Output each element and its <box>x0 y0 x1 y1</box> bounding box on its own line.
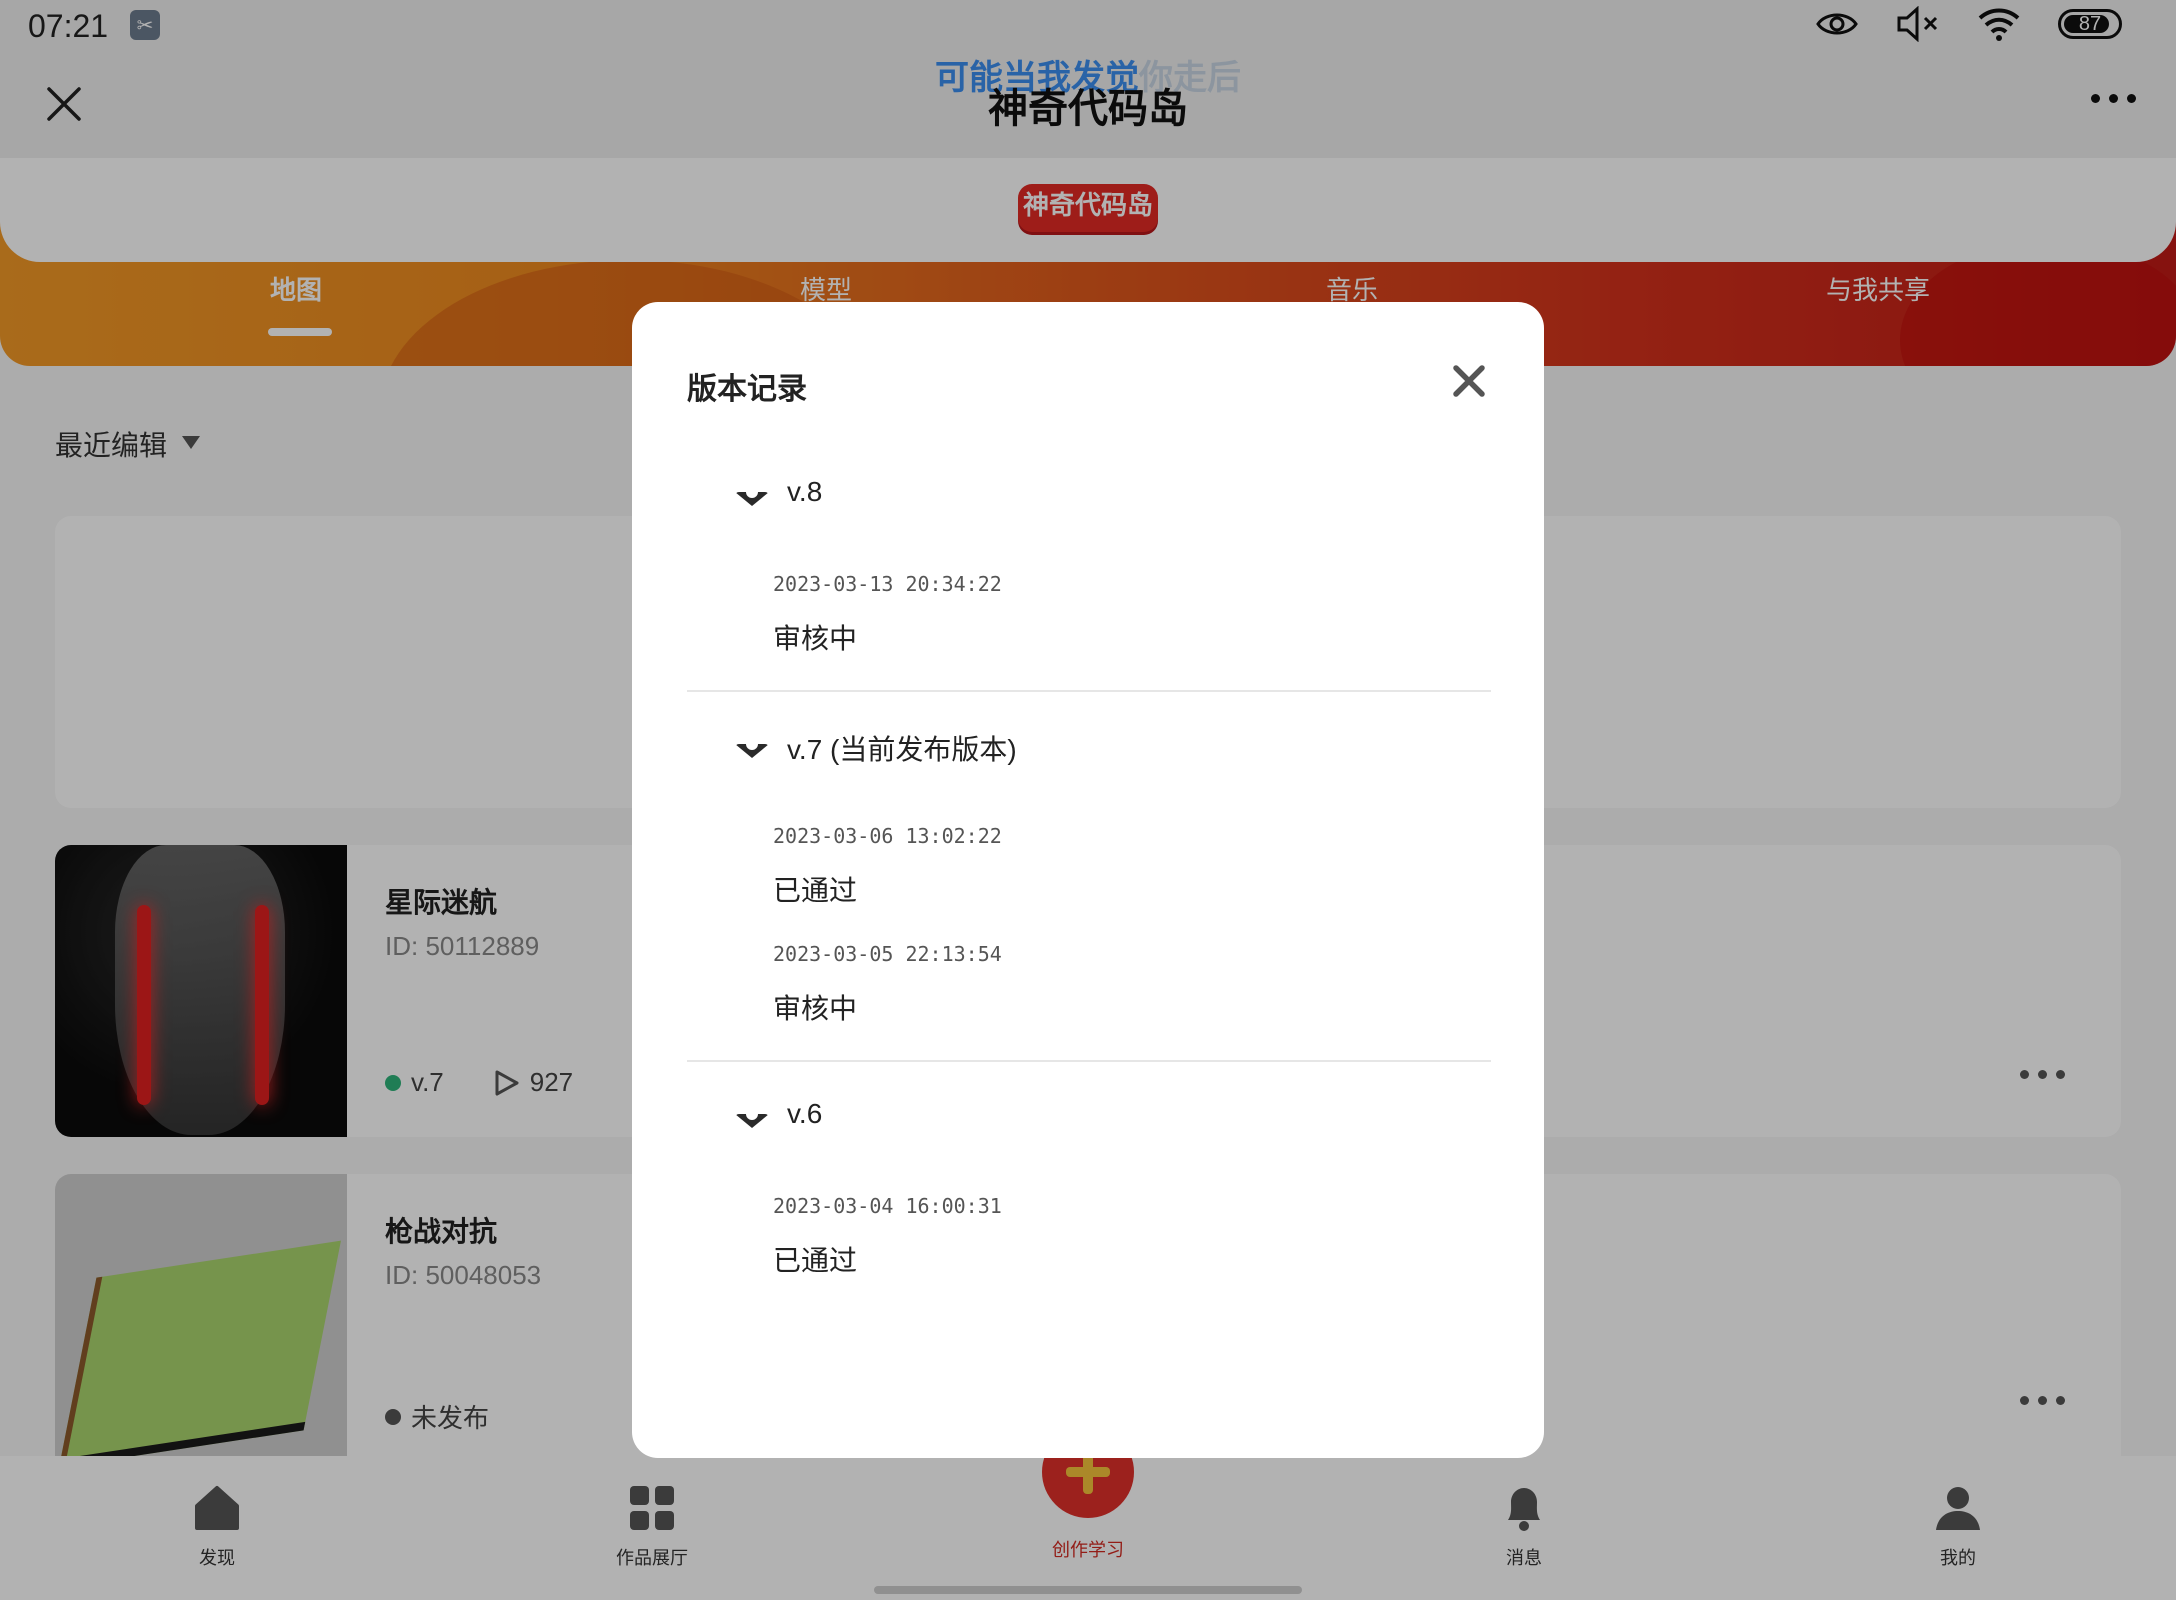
version-label: v.8 <box>787 476 823 507</box>
record-time: 2023-03-06 13:02:22 <box>773 824 1002 848</box>
version-header[interactable]: v.7 (当前发布版本) <box>687 714 1491 798</box>
version-record: 2023-03-13 20:34:22 审核中 <box>687 566 1491 662</box>
dialog-title: 版本记录 <box>687 372 807 407</box>
caret-down-icon[interactable] <box>735 744 769 758</box>
version-list: v.8 2023-03-13 20:34:22 审核中 v.7 (当前发布版本)… <box>687 462 1491 1312</box>
version-entry: v.6 2023-03-04 16:00:31 已通过 <box>687 1062 1491 1312</box>
version-history-dialog: 版本记录 v.8 2023-03-13 20:34:22 审核中 v.7 (当前… <box>632 302 1544 1458</box>
record-time: 2023-03-04 16:00:31 <box>773 1194 1002 1218</box>
record-status: 审核中 <box>773 622 858 655</box>
record-status: 已通过 <box>773 1244 858 1277</box>
caret-down-icon[interactable] <box>735 1114 769 1128</box>
record-time: 2023-03-13 20:34:22 <box>773 572 1002 596</box>
version-header[interactable]: v.6 <box>687 1084 1491 1168</box>
version-record: 2023-03-05 22:13:54 审核中 <box>687 936 1491 1032</box>
record-time: 2023-03-05 22:13:54 <box>773 942 1002 966</box>
record-status: 已通过 <box>773 874 858 907</box>
version-header[interactable]: v.8 <box>687 462 1491 546</box>
record-status: 审核中 <box>773 992 858 1025</box>
caret-down-icon[interactable] <box>735 492 769 506</box>
version-record: 2023-03-06 13:02:22 已通过 <box>687 818 1491 914</box>
version-entry: v.7 (当前发布版本) 2023-03-06 13:02:22 已通过 202… <box>687 692 1491 1062</box>
version-label: v.7 (当前发布版本) <box>787 734 1017 765</box>
version-entry: v.8 2023-03-13 20:34:22 审核中 <box>687 462 1491 692</box>
close-icon[interactable] <box>1452 364 1486 398</box>
version-label: v.6 <box>787 1098 823 1129</box>
version-record: 2023-03-04 16:00:31 已通过 <box>687 1188 1491 1284</box>
